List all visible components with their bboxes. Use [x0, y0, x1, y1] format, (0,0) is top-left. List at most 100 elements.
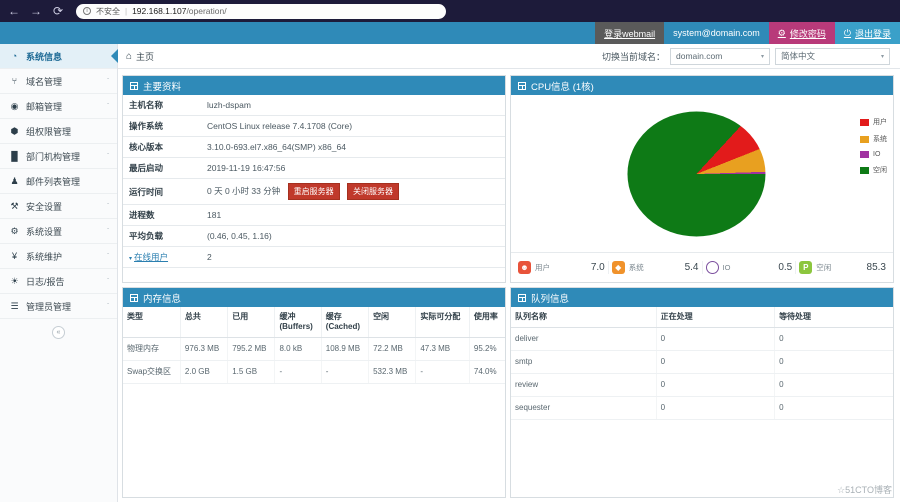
domain-select[interactable]: domain.com ▾ — [670, 48, 770, 65]
cpu-info-panel-header: CPU信息 (1核) — [511, 76, 893, 95]
breadcrumb: ⌂ 主页 切换当前域名： domain.com ▾ 简体中文 ▾ — [118, 44, 900, 69]
webmail-login-button[interactable]: 登录webmail — [595, 22, 664, 44]
pie-chart-legend: 用户 系统 IO — [860, 117, 887, 182]
table-cell: 0 — [656, 374, 774, 397]
table-cell: 95.2% — [469, 338, 505, 361]
cpu-stat-io: IO 0.5 — [702, 261, 796, 274]
change-password-label: 修改密码 — [790, 27, 826, 40]
row-key: 运行时间 — [123, 179, 201, 205]
legend-label: IO — [873, 151, 880, 158]
chevron-down-icon: ˇ — [106, 78, 109, 85]
url-host: 192.168.1.107 — [132, 6, 186, 16]
table-cell: 108.9 MB — [321, 338, 368, 361]
row-key: 核心版本 — [123, 137, 201, 158]
chevron-down-icon: ˇ — [106, 303, 109, 310]
sidebar-item-system-maintenance[interactable]: ¥ 系统维护 ˇ — [0, 244, 117, 269]
row-value: CentOS Linux release 7.4.1708 (Core) — [201, 116, 505, 137]
table-cell: 0 — [775, 351, 893, 374]
cpu-stat-value: 5.4 — [685, 262, 699, 273]
legend-swatch-idle — [860, 167, 869, 174]
column-header: 类型 — [123, 307, 180, 338]
online-users-link[interactable]: 在线用户 — [134, 252, 168, 262]
change-password-button[interactable]: ⚙ 修改密码 — [769, 22, 835, 44]
column-header: 队列名称 — [511, 307, 656, 328]
memory-info-panel-body: 类型总共已用缓冲(Buffers)缓存(Cached)空闲实际可分配使用率 物理… — [123, 307, 505, 497]
address-bar[interactable]: i 不安全 | 192.168.1.107/operation/ — [76, 4, 446, 19]
language-select[interactable]: 简体中文 ▾ — [775, 48, 890, 65]
legend-item: IO — [860, 151, 887, 158]
sidebar-item-domain-management[interactable]: ⑂ 域名管理 ˇ — [0, 69, 117, 94]
table-cell: 74.0% — [469, 361, 505, 384]
legend-item: 系统 — [860, 134, 887, 144]
table-cell: 795.2 MB — [228, 338, 275, 361]
legend-swatch-io — [860, 151, 869, 158]
row-value: (0.46, 0.45, 1.16) — [201, 226, 505, 247]
chevron-down-icon: ▾ — [761, 53, 764, 60]
queue-info-panel: 队列信息 队列名称正在处理等待处理 deliver00smtp00review0… — [510, 287, 894, 498]
list-icon: ☰ — [9, 301, 20, 312]
table-header-row: 类型总共已用缓冲(Buffers)缓存(Cached)空闲实际可分配使用率 — [123, 307, 505, 338]
gear-icon: ⚙ — [9, 226, 20, 237]
site-info-icon[interactable]: i — [83, 7, 91, 15]
sidebar-item-logs-reports[interactable]: ☀ 日志/报告 ˇ — [0, 269, 117, 294]
table-cell: review — [511, 374, 656, 397]
reload-icon[interactable]: ⟳ — [50, 5, 66, 17]
memory-info-panel-title: 内存信息 — [143, 291, 181, 305]
sidebar-item-label: 邮件列表管理 — [26, 175, 109, 188]
sidebar-item-label: 管理员管理 — [26, 300, 101, 313]
sidebar-item-admin-management[interactable]: ☰ 管理员管理 ˇ — [0, 294, 117, 319]
forward-icon[interactable]: → — [28, 5, 44, 17]
domain-switch-label: 切换当前域名： — [602, 50, 665, 63]
legend-swatch-user — [860, 119, 869, 126]
row-value-uptime: 0 天 0 小时 33 分钟 重启服务器 关闭服务器 — [201, 179, 505, 205]
table-cell: deliver — [511, 328, 656, 351]
memory-info-panel-header: 内存信息 — [123, 288, 505, 307]
row-key: 平均负载 — [123, 226, 201, 247]
table-cell: 976.3 MB — [180, 338, 227, 361]
sidebar-item-mailbox-management[interactable]: ◉ 邮箱管理 ˇ — [0, 94, 117, 119]
main-info-panel-body: 主机名称 luzh-dspam 操作系统 CentOS Linux releas… — [123, 95, 505, 282]
table-cell: smtp — [511, 351, 656, 374]
sidebar-item-label: 部门机构管理 — [26, 150, 101, 163]
cpu-info-panel-title: CPU信息 (1核) — [531, 79, 594, 93]
cpu-stat-idle: P 空闲 85.3 — [795, 261, 889, 274]
shutdown-server-button[interactable]: 关闭服务器 — [347, 183, 399, 200]
column-header: 缓存(Cached) — [321, 307, 368, 338]
legend-label: 系统 — [873, 134, 887, 144]
breadcrumb-home[interactable]: ⌂ 主页 — [126, 50, 154, 63]
current-account: system@domain.com — [664, 22, 769, 44]
dashboard-panels: 主要资料 主机名称 luzh-dspam 操作系统 CentOS Lin — [118, 69, 900, 502]
column-header: 已用 — [228, 307, 275, 338]
sidebar-item-department-management[interactable]: █ 部门机构管理 ˇ — [0, 144, 117, 169]
back-icon[interactable]: ← — [6, 5, 22, 17]
table-icon — [130, 82, 138, 90]
home-icon: ⌂ — [126, 51, 132, 62]
memory-info-table: 类型总共已用缓冲(Buffers)缓存(Cached)空闲实际可分配使用率 物理… — [123, 307, 505, 384]
row-value: luzh-dspam — [201, 95, 505, 116]
restart-server-button[interactable]: 重启服务器 — [288, 183, 340, 200]
table-header-row: 队列名称正在处理等待处理 — [511, 307, 893, 328]
collapse-sidebar-button[interactable]: « — [52, 326, 65, 339]
queue-table-body: deliver00smtp00review00sequester00 — [511, 328, 893, 420]
lightbulb-icon: ☀ — [9, 276, 20, 287]
sidebar-item-system-settings[interactable]: ⚙ 系统设置 ˇ — [0, 219, 117, 244]
page-root: ← → ⟳ i 不安全 | 192.168.1.107/operation/ 登… — [0, 0, 900, 502]
online-users-link-cell[interactable]: ▾在线用户 — [123, 247, 201, 268]
account-label: system@domain.com — [673, 28, 760, 38]
table-cell: 0 — [656, 351, 774, 374]
sidebar-item-system-info[interactable]: ◔ 系统信息 — [0, 44, 117, 69]
logout-button[interactable]: ⏻ 退出登录 — [835, 22, 900, 44]
sidebar-item-label: 系统设置 — [26, 225, 101, 238]
app-header: 登录webmail system@domain.com ⚙ 修改密码 ⏻ 退出登… — [0, 22, 900, 44]
table-cell: 2.0 GB — [180, 361, 227, 384]
chevron-down-icon: ▾ — [129, 256, 132, 262]
table-row: 进程数 181 — [123, 205, 505, 226]
legend-item: 空闲 — [860, 165, 887, 175]
sidebar-item-mailing-list-management[interactable]: ♟ 邮件列表管理 — [0, 169, 117, 194]
queue-table-head: 队列名称正在处理等待处理 — [511, 307, 893, 328]
sidebar-item-security-settings[interactable]: ⚒ 安全设置 ˇ — [0, 194, 117, 219]
sidebar-item-group-permission-management[interactable]: ⬢ 组权限管理 — [0, 119, 117, 144]
users-icon: ☻ — [518, 261, 531, 274]
column-header: 实际可分配 — [416, 307, 470, 338]
cpu-stat-value: 85.3 — [867, 262, 886, 273]
